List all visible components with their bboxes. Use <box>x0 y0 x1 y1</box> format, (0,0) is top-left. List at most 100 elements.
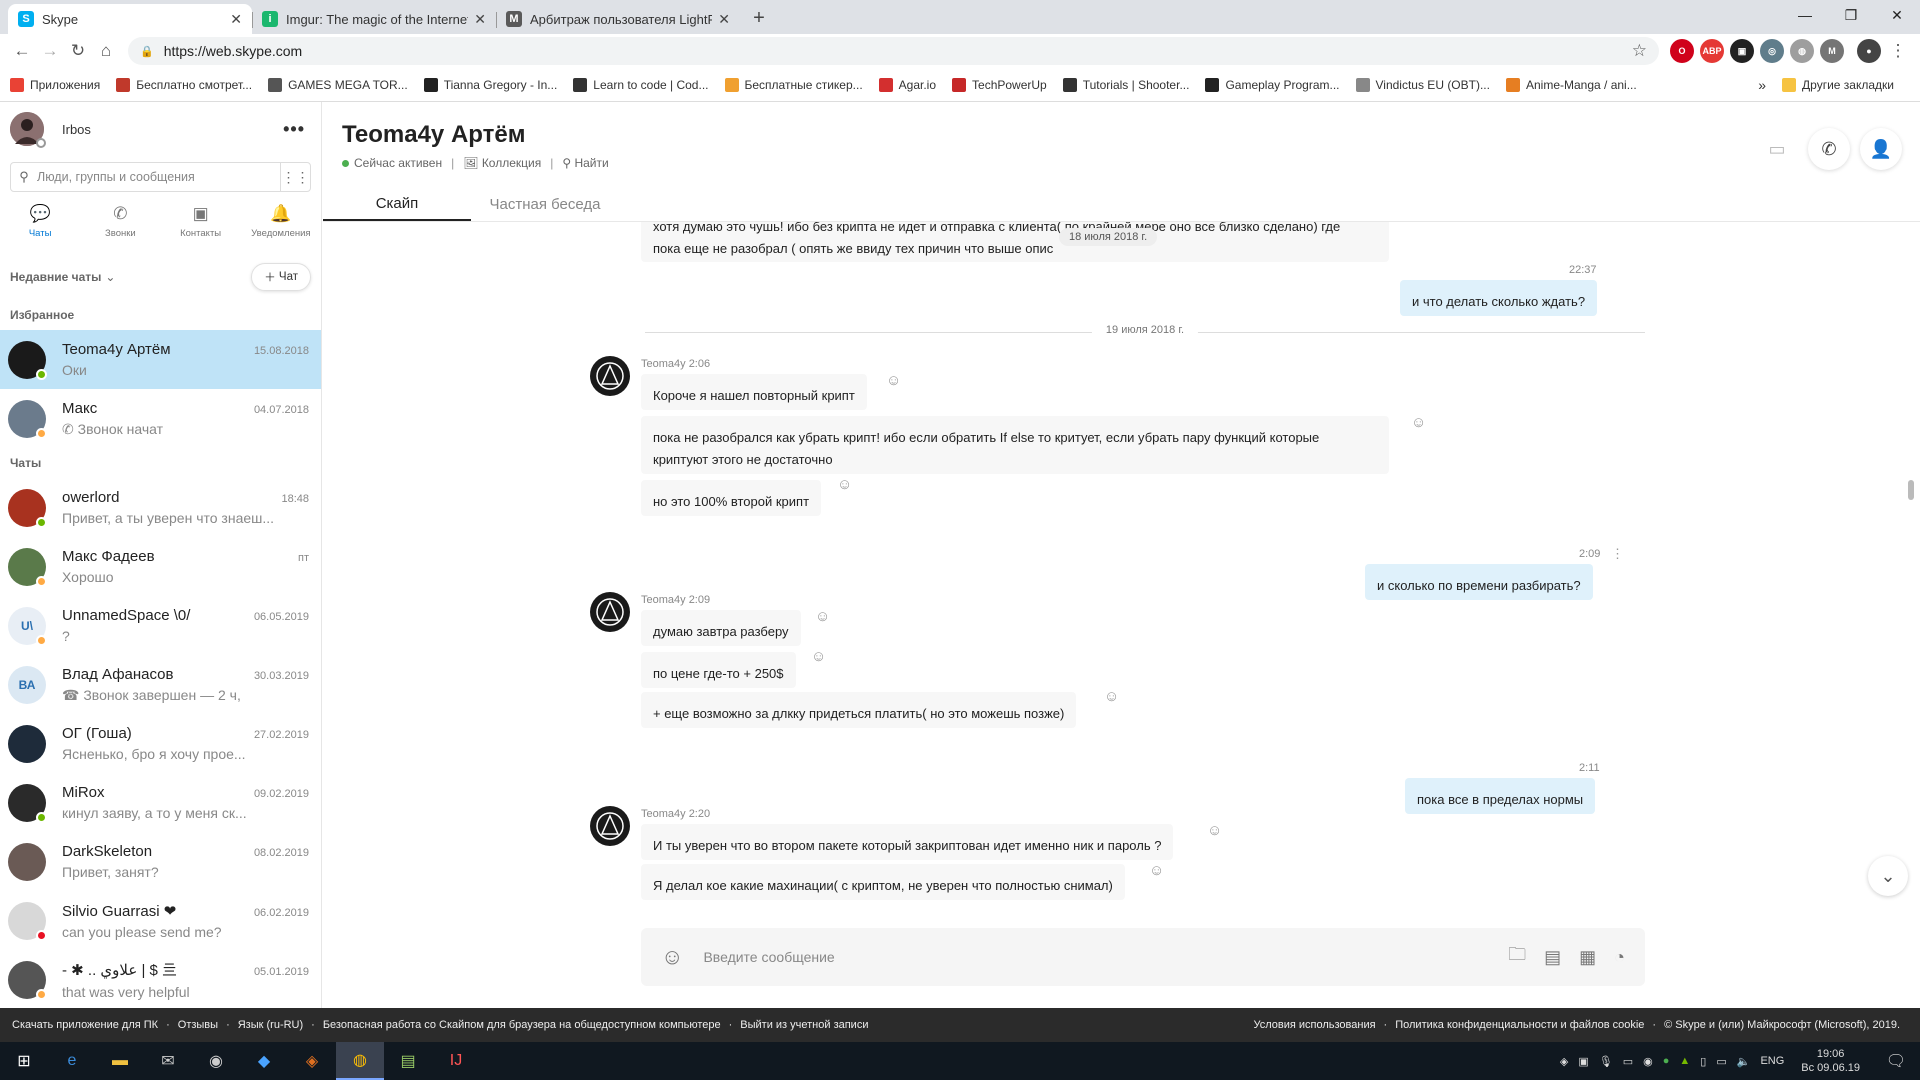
add-reaction-icon[interactable]: ☺ <box>811 648 826 665</box>
bookmark-item[interactable]: Приложения <box>10 77 100 92</box>
new-tab-button[interactable]: + <box>744 7 774 30</box>
language-indicator[interactable]: ENG <box>1760 1055 1784 1067</box>
message-bubble-outgoing[interactable]: и сколько по времени разбирать? <box>1365 564 1593 600</box>
tray-app-icon[interactable]: ▭ <box>1623 1055 1633 1068</box>
app-icon[interactable]: ◆ <box>240 1042 288 1080</box>
dialpad-icon[interactable]: ⋮⋮ <box>280 163 310 191</box>
footer-link[interactable]: Отзывы <box>178 1019 218 1031</box>
profile-avatar[interactable] <box>10 112 46 148</box>
add-reaction-icon[interactable]: ☺ <box>1104 688 1119 705</box>
conversation-title[interactable]: Teoma4y Артём <box>342 121 525 149</box>
scrollbar-thumb[interactable] <box>1908 480 1914 500</box>
chat-list-item[interactable]: owerlord 18:48 Привет, а ты уверен что зна… <box>0 478 321 537</box>
profile-name[interactable]: Irbos <box>62 122 91 137</box>
message-input[interactable]: Введите сообщение <box>703 949 1490 965</box>
contact-avatar[interactable] <box>590 356 630 396</box>
nav-tab-contacts[interactable]: ▣ Контакты <box>161 198 241 244</box>
bookmark-item[interactable]: Gameplay Program... <box>1205 77 1340 92</box>
message-bubble-incoming[interactable]: Я делал кое какие махинации( с криптом, … <box>641 864 1125 900</box>
browser-tab-skype[interactable]: S Skype ✕ <box>8 4 252 34</box>
microphone-icon[interactable]: 🎙 <box>1599 1055 1613 1068</box>
video-call-icon[interactable]: ▭ <box>1756 128 1798 170</box>
message-bubble-incoming[interactable]: по цене где-то + 250$ <box>641 652 796 688</box>
message-bubble-outgoing[interactable]: пока все в пределах нормы <box>1405 778 1596 814</box>
bookmark-item[interactable]: Learn to code | Cod... <box>573 77 709 92</box>
search-input[interactable]: Люди, группы и сообщения <box>37 170 280 184</box>
add-reaction-icon[interactable]: ☺ <box>815 608 830 625</box>
footer-link[interactable]: Язык (ru-RU) <box>238 1019 303 1031</box>
clock[interactable]: 19:06 Вс 09.06.19 <box>1801 1047 1860 1075</box>
gallery-link[interactable]: 🖼 Коллекция <box>463 156 541 170</box>
chat-list-item[interactable]: MiRox 09.02.2019 кинул заяву, а то у меня … <box>0 773 321 832</box>
more-options-icon[interactable]: ••• <box>283 119 305 140</box>
send-file-icon[interactable]: 🗀 <box>1508 942 1526 972</box>
add-reaction-icon[interactable]: ☺ <box>886 372 901 389</box>
add-reaction-icon[interactable]: ☺ <box>1411 414 1426 431</box>
add-people-icon[interactable]: 👤 <box>1860 128 1902 170</box>
forward-icon[interactable]: → <box>36 37 64 65</box>
bookmark-item[interactable]: Tianna Gregory - In... <box>423 77 557 92</box>
notepad-icon[interactable]: ▤ <box>384 1042 432 1080</box>
scroll-to-bottom-button[interactable]: ⌄ <box>1868 856 1908 896</box>
browser-tab-imgur[interactable]: i Imgur: The magic of the Internet ✕ <box>252 4 496 34</box>
add-reaction-icon[interactable]: ☺ <box>1149 862 1164 879</box>
poll-icon[interactable]: ◔ <box>1614 947 1625 968</box>
tab-private-conversation[interactable]: Частная беседа <box>471 188 619 221</box>
find-link[interactable]: ⚲ Найти <box>562 156 608 170</box>
send-contact-icon[interactable]: ▤ <box>1544 947 1561 968</box>
chat-list-item[interactable]: Teoma4y Артём 15.08.2018 Оки <box>0 330 321 389</box>
chat-list-item[interactable]: ВА Влад Афанасов 30.03.2019 ☎ Звонок заверш… <box>0 655 321 714</box>
audio-call-icon[interactable]: ✆ <box>1808 128 1850 170</box>
chat-list-item[interactable]: Макс 04.07.2018 ✆ Звонок начат <box>0 389 321 448</box>
nav-tab-bell[interactable]: 🔔 Уведомления <box>241 198 321 244</box>
close-tab-icon[interactable]: ✕ <box>474 11 486 28</box>
footer-link[interactable]: Выйти из учетной записи <box>740 1019 868 1031</box>
chat-list-item[interactable]: U\ UnnamedSpace \0/06.05.2019? <box>0 596 321 655</box>
browser-menu-icon[interactable]: ⋮ <box>1884 37 1912 65</box>
close-tab-icon[interactable]: ✕ <box>230 11 242 28</box>
message-more-icon[interactable]: ⋮ <box>1611 546 1624 562</box>
message-bubble-partial[interactable]: хотя думаю это чушь! ибо без крипта не и… <box>641 222 1389 262</box>
bookmark-item[interactable]: Бесплатные стикер... <box>724 77 863 92</box>
nav-tab-phone[interactable]: ✆ Звонки <box>80 198 160 244</box>
add-reaction-icon[interactable]: ☺ <box>837 476 852 493</box>
windows-start-icon[interactable]: ⊞ <box>0 1042 48 1080</box>
contact-avatar[interactable] <box>590 806 630 846</box>
message-bubble-outgoing[interactable]: и что делать сколько ждать? <box>1400 280 1598 316</box>
bookmark-item[interactable]: Бесплатно смотрет... <box>116 77 252 92</box>
intellij-icon[interactable]: IJ <box>432 1042 480 1080</box>
message-bubble-incoming[interactable]: думаю завтра разберу <box>641 610 801 646</box>
new-chat-button[interactable]: ＋ Чат <box>251 263 311 291</box>
message-bubble-incoming[interactable]: Короче я нашел повторный крипт <box>641 374 867 410</box>
search-box[interactable]: ⚲ Люди, группы и сообщения ⋮⋮ <box>10 162 311 192</box>
back-icon[interactable]: ← <box>8 37 36 65</box>
bookmark-item[interactable]: Tutorials | Shooter... <box>1062 77 1189 92</box>
message-bubble-incoming[interactable]: пока не разобрался как убрать крипт! ибо… <box>641 416 1389 474</box>
message-list[interactable]: хотя думаю это чушь! ибо без крипта не и… <box>323 222 1920 922</box>
bookmark-item[interactable]: GAMES MEGA TOR... <box>268 77 408 92</box>
chat-list-item[interactable]: ОГ (Гоша) 27.02.2019 Ясненько, бро я хочу … <box>0 714 321 773</box>
message-bubble-incoming[interactable]: + еще возможно за длкку придеться платит… <box>641 692 1077 728</box>
chat-list-item[interactable]: DarkSkeleton 08.02.2019 Привет, занят? <box>0 832 321 891</box>
network-icon[interactable]: ▭ <box>1716 1055 1726 1068</box>
bookmark-item[interactable]: Vindictus EU (OBT)... <box>1355 77 1490 92</box>
volume-icon[interactable]: 🔈 <box>1737 1055 1751 1068</box>
footer-link[interactable]: Условия использования <box>1253 1019 1375 1031</box>
footer-link[interactable]: © Skype и (или) Майкрософт (Microsoft), … <box>1664 1019 1900 1031</box>
nvidia-icon[interactable]: ▲ <box>1679 1055 1690 1067</box>
minimize-icon[interactable]: — <box>1782 0 1828 30</box>
game-app-icon[interactable]: ◈ <box>288 1042 336 1080</box>
edge-icon[interactable]: e <box>48 1042 96 1080</box>
mail-icon[interactable]: ✉ <box>144 1042 192 1080</box>
file-explorer-icon[interactable]: ▬ <box>96 1042 144 1080</box>
add-reaction-icon[interactable]: ☺ <box>1207 822 1222 839</box>
chrome-icon[interactable]: ◍ <box>336 1042 384 1080</box>
address-bar[interactable]: 🔒 https://web.skype.com ☆ <box>128 37 1659 65</box>
bookmarks-overflow-button[interactable]: » <box>1758 77 1766 93</box>
tray-app-icon[interactable]: ● <box>1663 1055 1670 1067</box>
message-bubble-incoming[interactable]: И ты уверен что во втором пакете который… <box>641 824 1174 860</box>
close-tab-icon[interactable]: ✕ <box>718 11 730 28</box>
other-bookmarks-folder[interactable]: Другие закладки <box>1782 77 1894 92</box>
steam-tray-icon[interactable]: ◉ <box>1643 1055 1653 1068</box>
chat-list-item[interactable]: Макс Фадеев пт Хорошо <box>0 537 321 596</box>
